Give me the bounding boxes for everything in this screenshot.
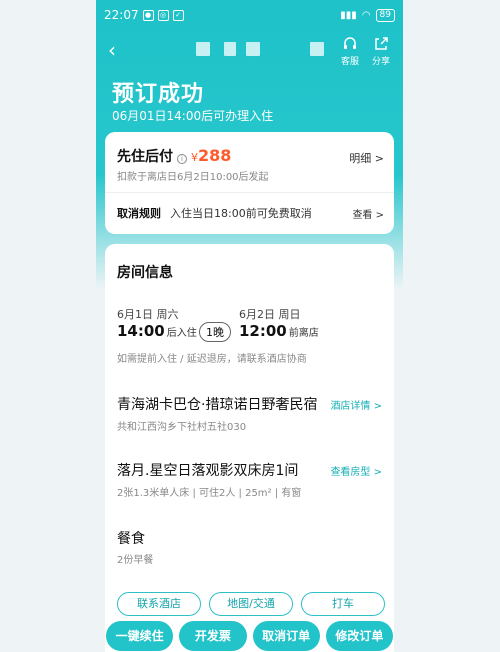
- checkin-day: 6月1日 周六: [117, 308, 179, 321]
- signal-icon: ▮▮▮: [340, 9, 357, 21]
- page-title: 预订成功: [112, 82, 205, 107]
- contact-hotel-button[interactable]: 联系酒店: [117, 592, 201, 616]
- share-icon: [375, 37, 388, 50]
- room-specs: 2张1.3米单人床 | 可住2人 | 25m² | 有窗: [117, 488, 302, 499]
- app-icon: ◎: [157, 9, 169, 21]
- checkout-time-label: 前离店: [288, 328, 319, 339]
- detail-link[interactable]: 明细 >: [349, 150, 384, 166]
- status-bar: 22:07 ● ◎ ✓ ▮▮▮ ◠ 89: [104, 6, 395, 24]
- nav-bar: ‹ 客服 分享: [96, 34, 403, 68]
- page-subtitle: 06月01日14:00后可办理入住: [112, 109, 274, 123]
- checkin-time-label: 后入住: [166, 328, 197, 339]
- modify-order-button[interactable]: 修改订单: [325, 621, 393, 651]
- redacted-block: [224, 42, 236, 56]
- headset-icon: [344, 37, 356, 49]
- payment-row: 先住后付 i ¥ 288: [117, 146, 231, 166]
- status-time: 22:07: [104, 8, 139, 22]
- meal-title: 餐食: [117, 531, 145, 547]
- taxi-button[interactable]: 打车: [301, 592, 385, 616]
- divider: [105, 192, 394, 193]
- cancel-rule-label: 取消规则: [117, 207, 161, 220]
- invoice-button[interactable]: 开发票: [179, 621, 247, 651]
- room-info-card: 房间信息 6月1日 周六 14:00 后入住 1晚 6月2日 周日 12:00 前离…: [105, 244, 394, 652]
- checkout-time: 12:00 前离店: [239, 322, 319, 340]
- service-label: 客服: [340, 57, 359, 67]
- cancel-rule-view-link[interactable]: 查看 >: [352, 206, 384, 221]
- stay-note: 如需提前入住 / 延迟退房，请联系酒店协商: [117, 354, 307, 365]
- redacted-block: [196, 42, 210, 56]
- payment-card: 先住后付 i ¥ 288 明细 > 扣款于离店日6月2日10:00后发起 取消规…: [105, 132, 394, 234]
- page: 22:07 ● ◎ ✓ ▮▮▮ ◠ 89 ‹ 客服 分享 预订成功 06月01日…: [0, 0, 500, 652]
- checkout-day: 6月2日 周日: [239, 308, 301, 321]
- message-icon: ✓: [172, 9, 184, 21]
- section-title: 房间信息: [117, 265, 173, 281]
- redacted-block: [310, 42, 324, 56]
- payment-label: 先住后付: [117, 149, 173, 165]
- checkin-time: 14:00 后入住: [117, 322, 197, 340]
- payment-note: 扣款于离店日6月2日10:00后发起: [117, 172, 269, 183]
- cancel-rule-text: 入住当日18:00前可免费取消: [170, 207, 312, 220]
- hotel-address: 共和江西沟乡下社村五社030: [117, 422, 247, 433]
- info-icon[interactable]: i: [177, 154, 187, 164]
- hotel-name: 青海湖卡巴仓·措琼诺日野奢民宿: [117, 397, 318, 413]
- map-transport-button[interactable]: 地图/交通: [209, 592, 293, 616]
- checkin-time-value: 14:00: [117, 322, 165, 340]
- customer-service-button[interactable]: 客服: [336, 36, 364, 67]
- hotel-detail-link[interactable]: 酒店详情 >: [330, 397, 382, 412]
- meal-note: 2份早餐: [117, 555, 154, 566]
- currency-symbol: ¥: [191, 151, 198, 164]
- nights-badge: 1晚: [199, 322, 231, 342]
- bottom-action-bar: 一键续住 开发票 取消订单 修改订单: [96, 621, 403, 652]
- share-button[interactable]: 分享: [367, 36, 395, 67]
- wifi-icon: ◠: [361, 9, 371, 21]
- checkout-time-value: 12:00: [239, 322, 287, 340]
- price-value: 288: [198, 146, 232, 165]
- extend-stay-button[interactable]: 一键续住: [106, 621, 174, 651]
- notification-icon: ●: [142, 9, 154, 21]
- share-label: 分享: [371, 57, 390, 67]
- room-type-link[interactable]: 查看房型 >: [330, 463, 382, 478]
- phone-screen: 22:07 ● ◎ ✓ ▮▮▮ ◠ 89 ‹ 客服 分享 预订成功 06月01日…: [96, 0, 403, 652]
- cancel-order-button[interactable]: 取消订单: [252, 621, 320, 651]
- chevron-left-icon[interactable]: ‹: [108, 40, 116, 60]
- action-chips: 联系酒店 地图/交通 打车: [117, 592, 385, 616]
- room-name: 落月.星空日落观影双床房1间: [117, 463, 299, 479]
- battery-indicator: 89: [375, 8, 395, 22]
- redacted-block: [246, 42, 260, 56]
